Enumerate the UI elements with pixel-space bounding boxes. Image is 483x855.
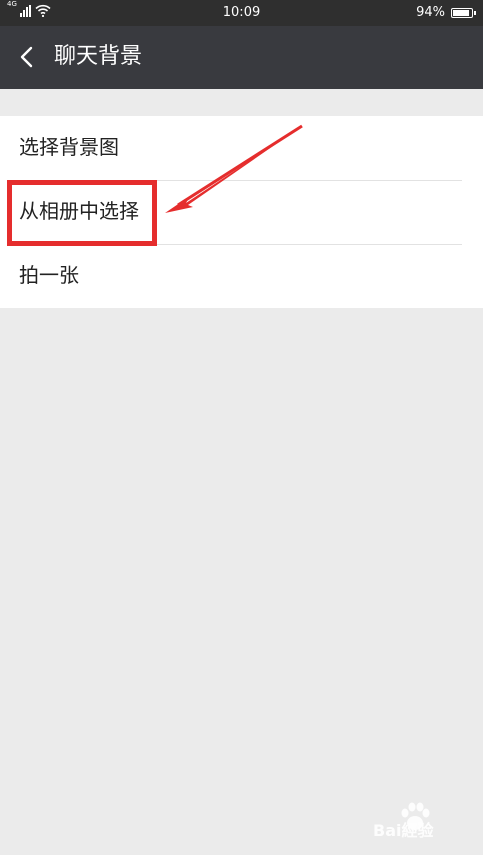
watermark-text: Bai經验 [373,821,434,840]
annotation-arrow [165,124,303,213]
watermark: Bai經验 [365,802,465,845]
